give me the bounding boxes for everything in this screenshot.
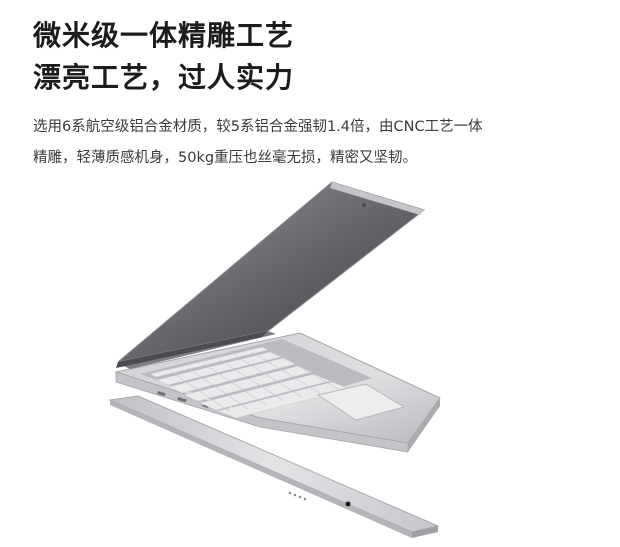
- description: 选用6系航空级铝合金材质，较5系铝合金强韧1.4倍，由CNC工艺一体 精雕，轻薄…: [33, 112, 593, 174]
- headline-line-1: 微米级一体精雕工艺: [33, 19, 295, 52]
- laptop-illustration: [108, 181, 441, 538]
- vent-icon: [288, 491, 307, 501]
- headline-line-2: 漂亮工艺，过人实力: [33, 61, 295, 94]
- description-line-1: 选用6系航空级铝合金材质，较5系铝合金强韧1.4倍，由CNC工艺一体: [33, 119, 483, 135]
